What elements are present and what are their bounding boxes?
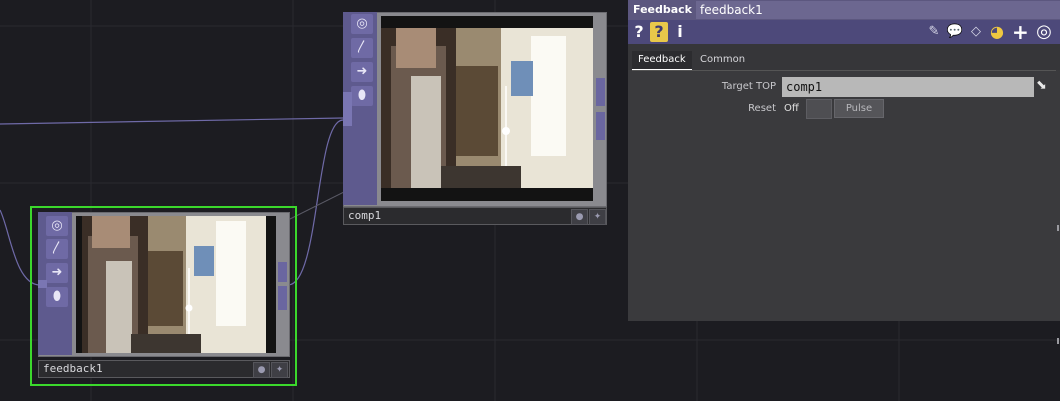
feedback1-label-bar[interactable]: feedback1 ● ✦: [38, 360, 290, 378]
viewer-toggle-icon[interactable]: ◎: [46, 216, 68, 236]
node-name-label: feedback1: [43, 362, 103, 375]
target-top-field[interactable]: comp1: [782, 77, 1034, 97]
help-icon[interactable]: ?: [632, 22, 646, 42]
tab-common[interactable]: Common: [694, 51, 751, 69]
operator-type-label: Feedback: [633, 3, 692, 16]
viewer-toggle-icon[interactable]: ◎: [351, 14, 373, 34]
render-flag-icon[interactable]: ✦: [271, 362, 288, 378]
reset-toggle[interactable]: [806, 99, 832, 119]
node-feedback1[interactable]: ◎ 〳 ➜ ⬮ feedback1 ● ✦: [38, 212, 290, 379]
lock-icon[interactable]: ⬮: [351, 86, 373, 106]
python-icon[interactable]: ◕: [988, 22, 1006, 42]
feedback1-output-port-2[interactable]: [278, 286, 287, 310]
reset-label: Reset: [748, 103, 776, 114]
panel-tabs: Feedback Common: [628, 44, 1060, 71]
panel-toolbar: ? ? i ✎ 💬 ◇ ◕ + ◎: [628, 20, 1060, 44]
bypass-icon[interactable]: 〳: [46, 239, 68, 259]
viewer-flag-icon[interactable]: ●: [253, 362, 270, 378]
target-icon[interactable]: ◎: [1034, 22, 1054, 42]
pencil-icon[interactable]: ✎: [926, 22, 942, 42]
comment-icon[interactable]: 💬: [946, 22, 964, 42]
operator-name-field[interactable]: feedback1: [696, 1, 1060, 19]
comp1-label-bar[interactable]: comp1 ● ✦: [343, 207, 607, 225]
display-icon[interactable]: ➜: [46, 263, 68, 283]
panel-header: Feedback feedback1: [628, 0, 1060, 20]
feedback1-viewer-image: [76, 216, 276, 353]
python-help-icon[interactable]: ?: [650, 22, 668, 42]
comp1-output-port-2[interactable]: [596, 112, 605, 140]
lock-icon[interactable]: ⬮: [46, 287, 68, 307]
display-icon[interactable]: ➜: [351, 62, 373, 82]
plus-icon[interactable]: +: [1012, 22, 1029, 42]
tab-divider: [632, 70, 1056, 71]
feedback1-input-port[interactable]: [38, 280, 47, 288]
edge-tick: [1057, 338, 1059, 344]
comp1-viewer-image: [381, 16, 593, 201]
pulse-button[interactable]: Pulse: [834, 99, 884, 118]
feedback1-output-port-1[interactable]: [278, 262, 287, 282]
reset-state-label: Off: [784, 103, 799, 114]
comp1-input-port[interactable]: [343, 92, 352, 126]
tab-feedback[interactable]: Feedback: [632, 51, 692, 71]
render-flag-icon[interactable]: ✦: [589, 209, 606, 225]
drop-target-icon[interactable]: ⬊: [1036, 78, 1047, 93]
feedback1-viewer: [76, 216, 276, 353]
info-icon[interactable]: i: [674, 22, 686, 42]
bypass-icon[interactable]: 〳: [351, 38, 373, 58]
clone-icon[interactable]: ◇: [968, 22, 984, 42]
parameter-panel: Feedback feedback1 ? ? i ✎ 💬 ◇ ◕ + ◎ Fee…: [628, 0, 1060, 321]
edge-tick: [1057, 225, 1059, 231]
comp1-output-port-1[interactable]: [596, 78, 605, 106]
comp1-viewer: [381, 16, 593, 201]
viewer-flag-icon[interactable]: ●: [571, 209, 588, 225]
node-name-label: comp1: [348, 209, 382, 222]
target-top-label: Target TOP: [721, 81, 776, 92]
node-comp1[interactable]: ◎ 〳 ➜ ⬮ comp1 ● ✦: [343, 12, 607, 225]
